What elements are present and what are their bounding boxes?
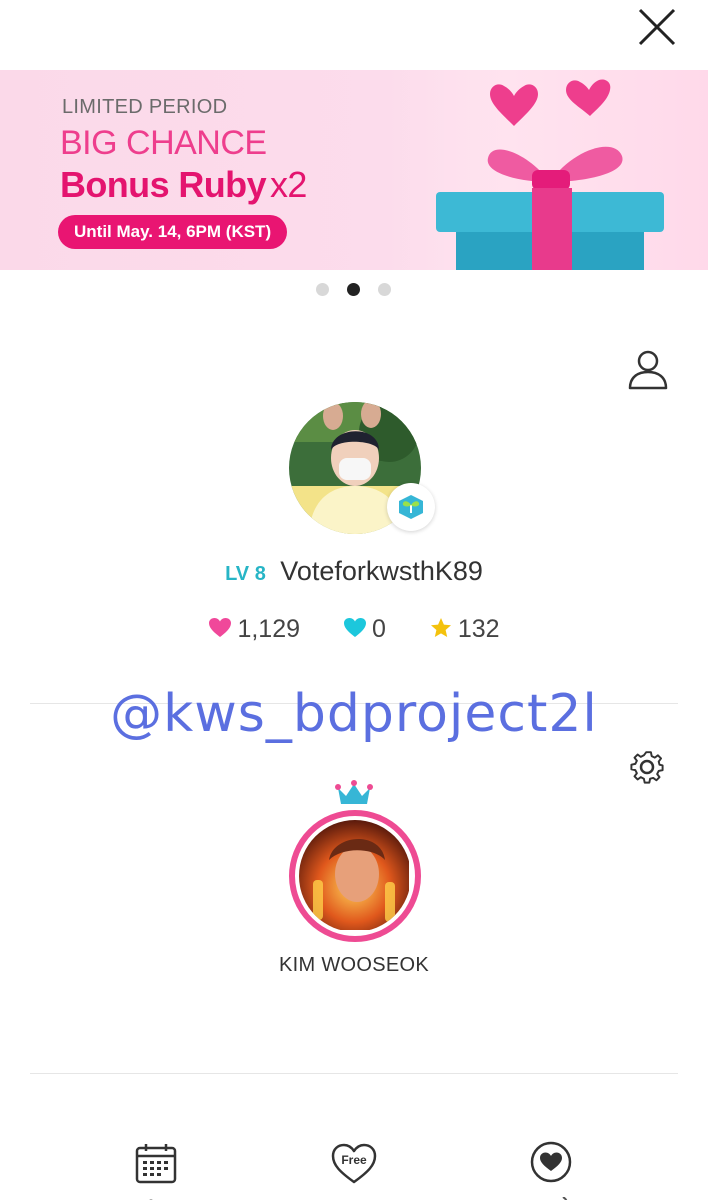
stars-stat: 132 [429,615,500,644]
gift-box-icon [436,79,664,270]
stars-count: 132 [457,614,500,643]
idol-avatar[interactable] [289,810,421,942]
nav-vote-label [525,1192,577,1200]
user-stats: 1,129 0 132 [0,614,708,644]
close-icon [638,8,676,46]
nav-free-charge[interactable]: Free [328,1138,380,1190]
promo-banner[interactable]: LIMITED PERIOD BIG CHANCE Bonus Ruby x2 U… [0,70,708,270]
username: VoteforkwsthK89 [280,556,483,586]
gear-icon [630,751,664,784]
close-button[interactable] [632,2,682,52]
level-badge [387,483,435,531]
banner-offer: Bonus Ruby x2 [60,164,307,206]
idol-name: KIM WOOSEOK [279,954,429,976]
pink-heart-icon [209,617,232,637]
banner-offer-text: Bonus Ruby [60,164,267,205]
user-info: LV 8 VoteforkwsthK89 [0,556,708,587]
settings-button[interactable] [622,742,672,792]
user-level: LV 8 [225,563,266,585]
pink-hearts-stat: 1,129 [208,615,300,644]
banner-headline: BIG CHANCE [60,124,267,162]
nav-free-charge-label [328,1192,380,1200]
nav-vote[interactable] [525,1138,577,1190]
pink-hearts-count: 1,129 [237,614,301,643]
banner-multiplier: x2 [270,164,307,205]
sprout-icon [399,495,423,519]
profile-button[interactable] [622,344,674,396]
free-heart-icon: Free [331,1143,377,1184]
divider [30,1073,678,1074]
carousel-dot-active[interactable] [347,283,360,296]
blue-hearts-stat: 0 [343,615,386,644]
nav-schedule[interactable] [130,1138,182,1190]
heart-circle-icon [530,1141,572,1183]
blue-heart-icon [343,617,366,637]
carousel-pagination [316,283,396,297]
watermark-text: @kws_bdproject2l [110,684,598,744]
carousel-dot[interactable] [316,283,329,296]
banner-deadline: Until May. 14, 6PM (KST) [58,215,288,249]
banner-kicker: LIMITED PERIOD [62,96,228,118]
nav-schedule-label [130,1192,182,1200]
person-icon [628,350,668,390]
carousel-dot[interactable] [378,283,391,296]
blue-hearts-count: 0 [371,614,386,643]
calendar-icon [135,1144,177,1184]
star-icon [430,617,451,637]
crown-icon [335,780,373,804]
free-badge: Free [341,1153,367,1167]
